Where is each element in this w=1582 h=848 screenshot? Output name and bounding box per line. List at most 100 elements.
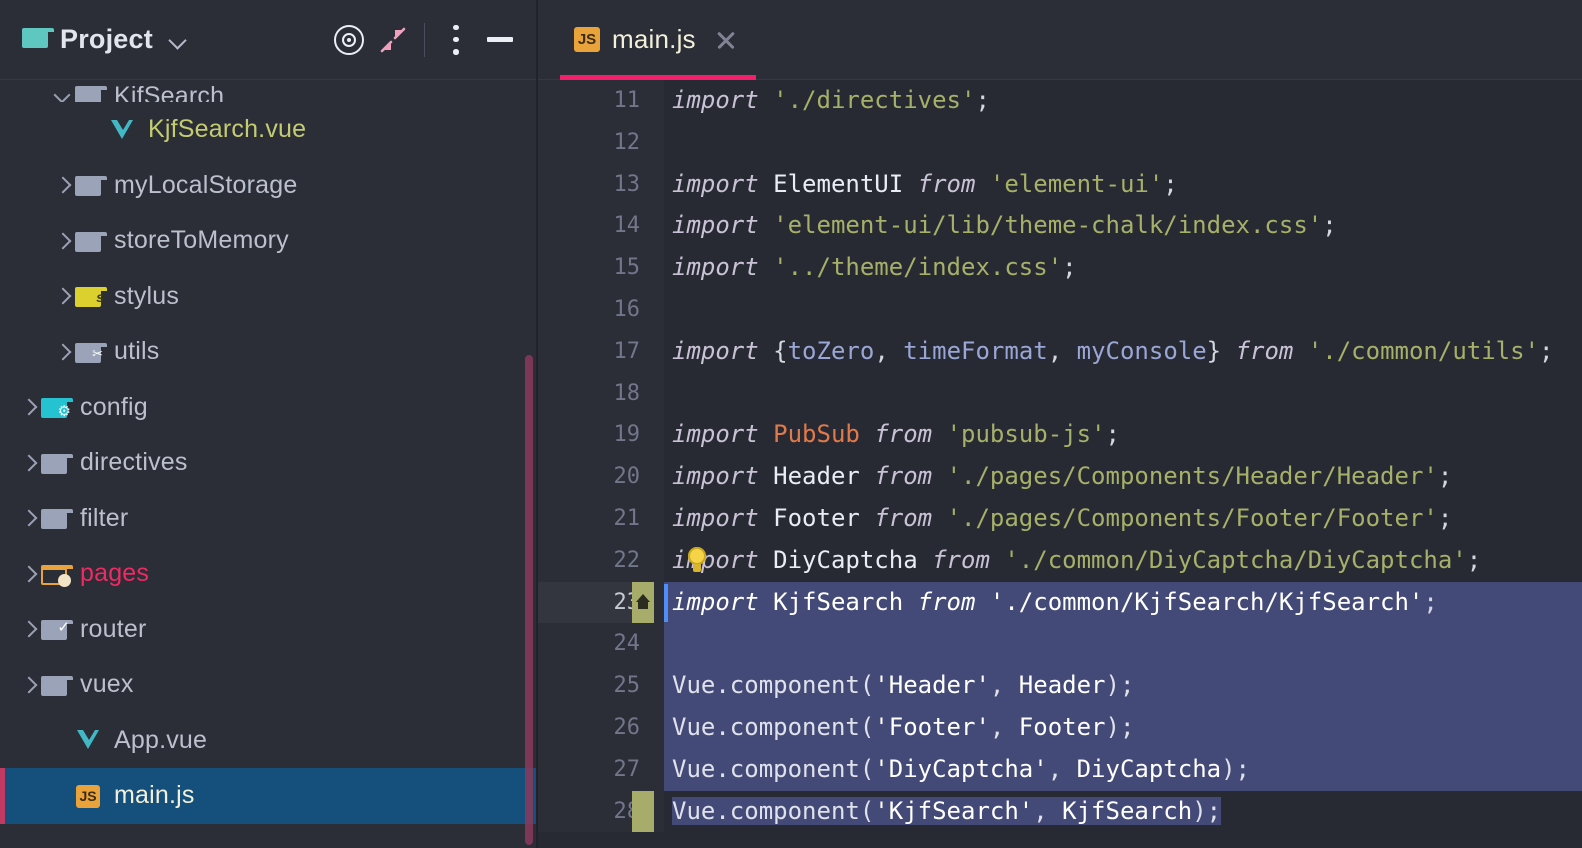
code-text[interactable]: import Header from './pages/Components/H… (664, 456, 1582, 498)
tree-item-main-js[interactable]: JS main.js (0, 768, 536, 824)
tree-item-config[interactable]: ⚙ config (0, 380, 536, 436)
chevron-right-icon[interactable] (18, 507, 40, 529)
intention-bulb-icon[interactable] (684, 546, 710, 575)
code-text[interactable]: import '../theme/index.css'; (664, 247, 1582, 289)
fold-gutter[interactable] (654, 665, 664, 707)
options-menu-icon[interactable] (434, 18, 478, 62)
fold-gutter[interactable] (654, 623, 664, 666)
code-text[interactable]: Vue.component('Footer', Footer); (664, 706, 1582, 749)
code-text[interactable]: Vue.component('DiyCaptcha', DiyCaptcha); (664, 748, 1582, 791)
tree-item-directives[interactable]: directives (0, 435, 536, 491)
token-dot (918, 546, 932, 574)
bookmark-marker-icon[interactable] (632, 581, 654, 624)
code-line[interactable]: 11 import './directives'; (536, 80, 1582, 122)
locate-target-icon[interactable] (327, 18, 371, 62)
collapse-all-icon[interactable] (371, 18, 415, 62)
fold-gutter[interactable] (654, 706, 664, 749)
code-line[interactable]: 26 Vue.component('Footer', Footer); (536, 706, 1582, 749)
tab-main-js[interactable]: JS main.js (560, 0, 756, 80)
fold-gutter[interactable] (654, 247, 664, 289)
code-line[interactable]: 14 import 'element-ui/lib/theme-chalk/ind… (536, 205, 1582, 248)
tree-item-utils[interactable]: ✂ utils (0, 324, 536, 380)
folder-pages-icon (40, 561, 73, 587)
fold-gutter[interactable] (654, 539, 664, 582)
fold-gutter[interactable] (654, 121, 664, 164)
code-line[interactable]: 13 import ElementUI from 'element-ui'; (536, 163, 1582, 206)
fold-gutter[interactable] (654, 80, 664, 122)
chevron-right-icon[interactable] (18, 396, 40, 418)
tree-item-router[interactable]: ✓ router (0, 602, 536, 658)
chevron-right-icon[interactable] (18, 674, 40, 696)
chevron-right-icon[interactable] (52, 285, 74, 307)
code-text[interactable] (664, 289, 1582, 331)
tree-item-pages[interactable]: pages (0, 546, 536, 602)
code-text[interactable]: Vue.component('KjfSearch', KjfSearch); (664, 791, 1582, 833)
code-line[interactable]: 19 import PubSub from 'pubsub-js'; (536, 414, 1582, 457)
token-dot (860, 504, 874, 532)
code-line[interactable]: 28 Vue.component('KjfSearch', KjfSearch); (536, 790, 1582, 833)
code-text[interactable] (664, 623, 1582, 666)
token-str: 'element-ui/lib/theme-chalk/index.css' (773, 211, 1323, 240)
code-line[interactable]: 16 (536, 288, 1582, 331)
fold-gutter[interactable] (654, 330, 664, 373)
token-kw: from (874, 503, 933, 532)
tree-item-stylus[interactable]: s stylus (0, 269, 536, 325)
fold-gutter[interactable] (654, 414, 664, 457)
fold-gutter[interactable] (654, 163, 664, 206)
editor-area: JS main.js 11 import './directives'; 12 13 i… (536, 0, 1582, 848)
code-line[interactable]: 25 Vue.component('Header', Header); (536, 665, 1582, 707)
code-text[interactable]: import KjfSearch from './common/KjfSearc… (664, 581, 1582, 624)
code-text[interactable]: import {toZero, timeFormat, myConsole} f… (664, 331, 1582, 373)
code-line[interactable]: 12 (536, 121, 1582, 164)
fold-gutter[interactable] (654, 497, 664, 540)
fold-gutter[interactable] (654, 205, 664, 248)
chevron-right-icon[interactable] (52, 230, 74, 252)
code-line[interactable]: 24 (536, 623, 1582, 666)
code-line[interactable]: 20 import Header from './pages/Components… (536, 456, 1582, 498)
close-icon[interactable] (714, 28, 738, 52)
token-dot (759, 462, 773, 490)
chevron-down-icon[interactable] (169, 30, 189, 50)
tree-item-filter[interactable]: filter (0, 491, 536, 547)
vue-file-icon (74, 727, 104, 753)
code-line[interactable]: 18 (536, 372, 1582, 415)
tree-item-kjfsearch-vue[interactable]: KjfSearch.vue (0, 102, 536, 158)
code-line[interactable]: 17 import {toZero, timeFormat, myConsole}… (536, 330, 1582, 373)
code-text[interactable]: import ElementUI from 'element-ui'; (664, 164, 1582, 206)
chevron-right-icon[interactable] (52, 341, 74, 363)
tree-item-vuex[interactable]: vuex (0, 657, 536, 713)
code-text[interactable] (664, 122, 1582, 164)
bookmark-marker-icon[interactable] (632, 790, 654, 833)
chevron-down-icon[interactable] (52, 85, 74, 102)
code-text[interactable]: import DiyCaptcha from './common/DiyCapt… (664, 540, 1582, 582)
code-line[interactable]: 27 Vue.component('DiyCaptcha', DiyCaptcha… (536, 748, 1582, 791)
token-kw: import (672, 503, 759, 532)
chevron-right-icon[interactable] (18, 618, 40, 640)
code-line[interactable]: 21 import Footer from './pages/Components… (536, 497, 1582, 540)
code-text[interactable]: Vue.component('Header', Header); (664, 665, 1582, 707)
fold-gutter[interactable] (654, 456, 664, 498)
chevron-right-icon[interactable] (18, 563, 40, 585)
tree-item-app-vue[interactable]: App.vue (0, 713, 536, 769)
panel-divider[interactable] (536, 0, 538, 848)
code-line[interactable]: 23 import KjfSearch from './common/KjfSea… (536, 581, 1582, 624)
fold-gutter[interactable] (654, 372, 664, 415)
code-text[interactable]: import Footer from './pages/Components/F… (664, 498, 1582, 540)
tree-item-storetomemory[interactable]: storeToMemory (0, 213, 536, 269)
tree-item-mylocalstorage[interactable]: myLocalStorage (0, 158, 536, 214)
code-text[interactable]: import PubSub from 'pubsub-js'; (664, 414, 1582, 456)
sidebar-scrollbar[interactable] (525, 355, 533, 845)
fold-gutter[interactable] (654, 288, 664, 331)
code-line[interactable]: 15 import '../theme/index.css'; (536, 247, 1582, 289)
chevron-right-icon[interactable] (18, 452, 40, 474)
fold-gutter[interactable] (654, 581, 664, 624)
minimize-icon[interactable] (478, 18, 522, 62)
code-text[interactable]: import 'element-ui/lib/theme-chalk/index… (664, 205, 1582, 247)
code-text[interactable]: import './directives'; (664, 80, 1582, 122)
code-view[interactable]: 11 import './directives'; 12 13 import Eleme… (536, 80, 1582, 848)
fold-gutter[interactable] (654, 790, 664, 833)
code-text[interactable] (664, 373, 1582, 415)
fold-gutter[interactable] (654, 748, 664, 791)
folder-gray-icon (74, 228, 107, 254)
chevron-right-icon[interactable] (52, 174, 74, 196)
